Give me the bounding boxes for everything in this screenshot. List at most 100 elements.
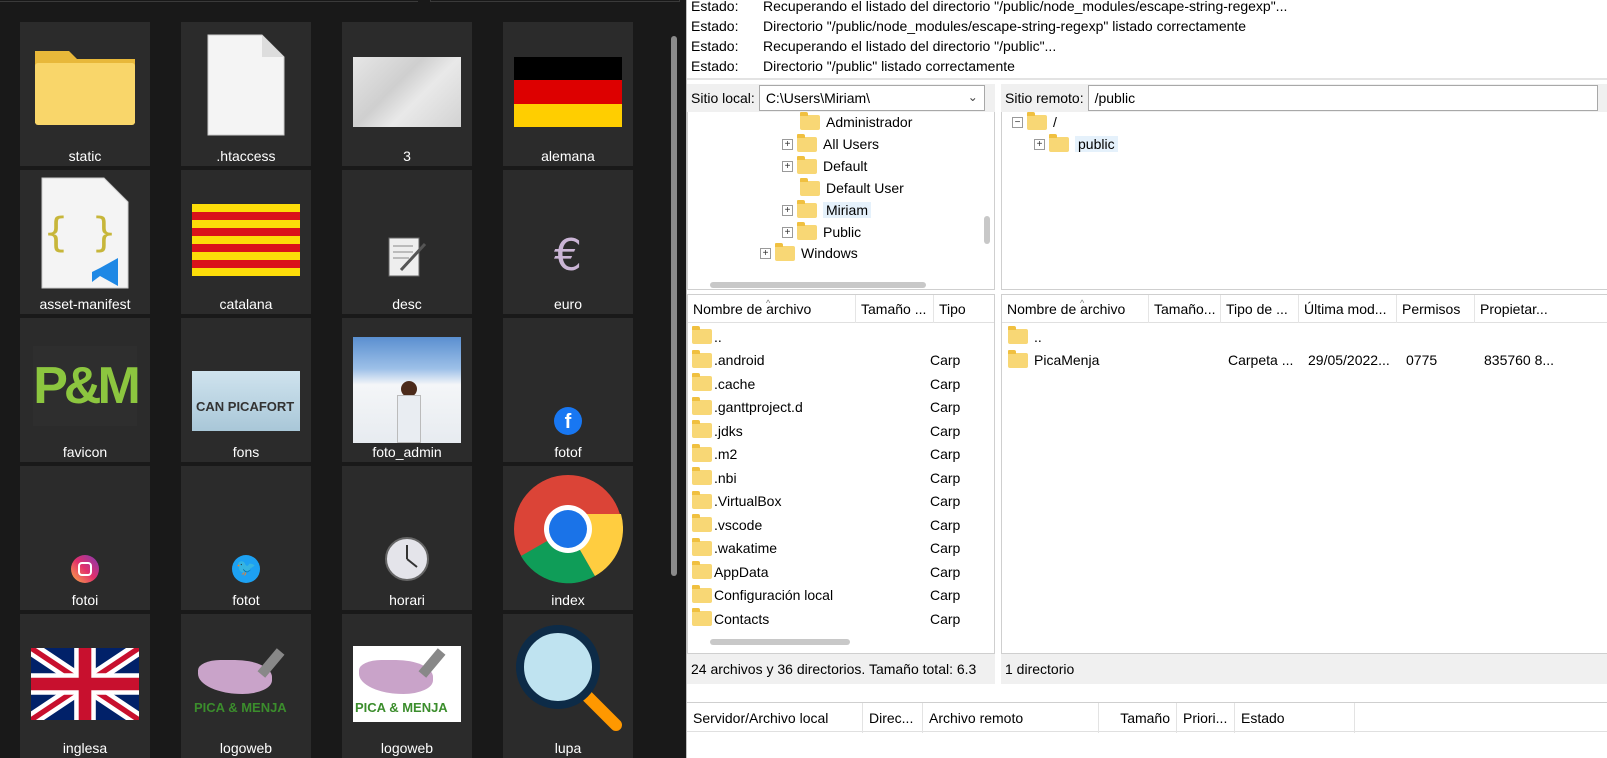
local-file-row[interactable]: .VirtualBox Carpeta bbox=[692, 490, 960, 513]
file-tile[interactable]: PICA & MENJA logoweb bbox=[181, 614, 311, 758]
expand-icon[interactable]: + bbox=[782, 226, 793, 238]
queue-column-header[interactable]: Archivo remoto bbox=[923, 703, 1099, 733]
chrome-icon bbox=[503, 466, 633, 592]
local-tree-node[interactable]: + Default bbox=[782, 155, 867, 177]
file-tile[interactable]: .htaccess bbox=[181, 22, 311, 166]
local-file-row[interactable]: .android Carpeta bbox=[692, 349, 960, 372]
file-tile[interactable]: f fotof bbox=[503, 318, 633, 462]
local-list-hscroll[interactable] bbox=[710, 639, 850, 645]
chevron-down-icon[interactable]: ⌄ bbox=[968, 90, 978, 104]
file-tile[interactable]: alemana bbox=[503, 22, 633, 166]
document-pen-icon bbox=[342, 170, 472, 296]
log-status-key: Estado: bbox=[691, 18, 739, 34]
local-site-label: Sitio local: bbox=[691, 90, 755, 106]
local-tree-node[interactable]: + Public bbox=[782, 221, 861, 243]
file-tile[interactable]: lupa bbox=[503, 614, 633, 758]
file-tile[interactable]: CAN PICAFORT fons bbox=[181, 318, 311, 462]
explorer-scrollbar[interactable] bbox=[671, 36, 677, 576]
file-tile[interactable]: P&M favicon bbox=[20, 318, 150, 462]
local-file-row[interactable]: .m2 Carpeta bbox=[692, 443, 960, 466]
folder-icon bbox=[692, 420, 712, 438]
expand-icon[interactable]: + bbox=[1034, 138, 1045, 150]
column-header[interactable]: ^ Nombre de archivo bbox=[688, 295, 856, 323]
file-name: .wakatime bbox=[714, 540, 778, 556]
column-header-label: Nombre de archivo bbox=[1007, 301, 1126, 317]
local-file-row[interactable]: .jdks Carpeta bbox=[692, 419, 960, 442]
column-header[interactable]: Propietar... bbox=[1475, 295, 1607, 323]
file-tile[interactable]: desc bbox=[342, 170, 472, 314]
file-name: Configuración local bbox=[714, 587, 834, 603]
local-tree-node[interactable]: + All Users bbox=[782, 133, 879, 155]
local-tree-node[interactable]: + Miriam bbox=[782, 199, 871, 221]
local-tree-node[interactable]: + Windows bbox=[760, 242, 858, 264]
remote-tree-node[interactable]: − / bbox=[1012, 112, 1057, 133]
folder-icon bbox=[692, 537, 712, 556]
file-tile-label: inglesa bbox=[62, 740, 108, 756]
local-file-row[interactable]: AppData Carpeta bbox=[692, 560, 960, 583]
file-tile-label: alemana bbox=[541, 148, 595, 164]
queue-column-header[interactable]: Servidor/Archivo local bbox=[687, 703, 863, 733]
expand-icon[interactable]: + bbox=[760, 247, 771, 259]
file-tile-label: asset-manifest bbox=[39, 296, 131, 312]
local-path-combo[interactable]: C:\Users\Miriam\ ⌄ bbox=[758, 85, 985, 111]
twitter-icon: 🐦 bbox=[181, 466, 311, 592]
message-log: Estado: Recuperando el listado del direct… bbox=[687, 0, 1607, 80]
local-tree-hscroll[interactable] bbox=[710, 282, 926, 288]
remote-tree-node[interactable]: + public bbox=[1034, 133, 1118, 155]
file-tile[interactable]: horari bbox=[342, 466, 472, 610]
local-file-row[interactable]: .cache Carpeta bbox=[692, 372, 960, 395]
remote-path-input[interactable]: /public bbox=[1087, 85, 1598, 111]
file-tile[interactable]: € euro bbox=[503, 170, 633, 314]
local-tree-node[interactable]: Default User bbox=[800, 177, 904, 199]
file-tile[interactable]: 3 bbox=[342, 22, 472, 166]
file-tile[interactable]: static bbox=[20, 22, 150, 166]
log-status-key: Estado: bbox=[691, 58, 739, 74]
file-tile[interactable]: PICA & MENJA logoweb bbox=[342, 614, 472, 758]
file-tile-label: foto_admin bbox=[372, 444, 442, 460]
folder-icon bbox=[800, 177, 820, 196]
column-header[interactable]: Última mod... bbox=[1299, 295, 1397, 323]
svg-text:{ }: { } bbox=[44, 210, 116, 256]
tree-node-label: Administrador bbox=[826, 114, 913, 130]
file-tile[interactable]: inglesa bbox=[20, 614, 150, 758]
folder-icon bbox=[692, 326, 712, 344]
local-file-row[interactable]: .nbi Carpeta bbox=[692, 466, 960, 489]
local-file-row[interactable]: .vscode Carpeta bbox=[692, 513, 960, 536]
remote-file-row[interactable]: .. bbox=[1008, 325, 1564, 348]
column-header[interactable]: Tipo bbox=[934, 295, 994, 323]
log-message: Recuperando el listado del directorio "/… bbox=[763, 0, 1288, 14]
column-header-label: Tipo bbox=[939, 301, 966, 317]
tree-node-label: Public bbox=[823, 224, 862, 240]
column-header[interactable]: Tamaño ... bbox=[856, 295, 934, 323]
local-file-row[interactable]: Contacts Carpeta bbox=[692, 607, 960, 630]
local-site-bar: Sitio local: C:\Users\Miriam\ ⌄ bbox=[687, 84, 995, 112]
file-modified: 29/05/2022... bbox=[1308, 352, 1390, 368]
queue-column-header[interactable]: Priori... bbox=[1177, 703, 1235, 733]
queue-column-header[interactable]: Estado bbox=[1235, 703, 1355, 733]
local-tree-node[interactable]: Administrador bbox=[800, 112, 912, 133]
file-type: Carpeta bbox=[930, 399, 960, 415]
queue-column-header[interactable]: Direc... bbox=[863, 703, 923, 733]
local-file-row[interactable]: .. bbox=[692, 325, 960, 348]
collapse-icon[interactable]: − bbox=[1012, 116, 1023, 128]
folder-icon bbox=[692, 467, 712, 485]
local-file-row[interactable]: .wakatime Carpeta bbox=[692, 537, 960, 560]
expand-icon[interactable]: + bbox=[782, 204, 793, 216]
column-header[interactable]: Tamaño... bbox=[1149, 295, 1221, 323]
local-file-row[interactable]: .ganttproject.d Carpeta bbox=[692, 396, 960, 419]
expand-icon[interactable]: + bbox=[782, 138, 793, 150]
queue-column-header[interactable]: Tamaño bbox=[1099, 703, 1177, 733]
expand-icon[interactable]: + bbox=[782, 160, 793, 172]
file-tile[interactable]: { } asset-manifest bbox=[20, 170, 150, 314]
column-header[interactable]: ^ Nombre de archivo bbox=[1002, 295, 1149, 323]
remote-file-row[interactable]: PicaMenja Carpeta ... 29/05/2022... 0775 835… bbox=[1008, 349, 1564, 372]
file-tile[interactable]: fotoi bbox=[20, 466, 150, 610]
local-file-row[interactable]: Configuración local Carpeta bbox=[692, 584, 960, 607]
file-tile[interactable]: catalana bbox=[181, 170, 311, 314]
file-tile[interactable]: foto_admin bbox=[342, 318, 472, 462]
column-header[interactable]: Permisos bbox=[1397, 295, 1475, 323]
column-header[interactable]: Tipo de ... bbox=[1221, 295, 1299, 323]
file-tile[interactable]: index bbox=[503, 466, 633, 610]
file-tile[interactable]: 🐦 fotot bbox=[181, 466, 311, 610]
local-tree-vscroll[interactable] bbox=[984, 216, 990, 244]
